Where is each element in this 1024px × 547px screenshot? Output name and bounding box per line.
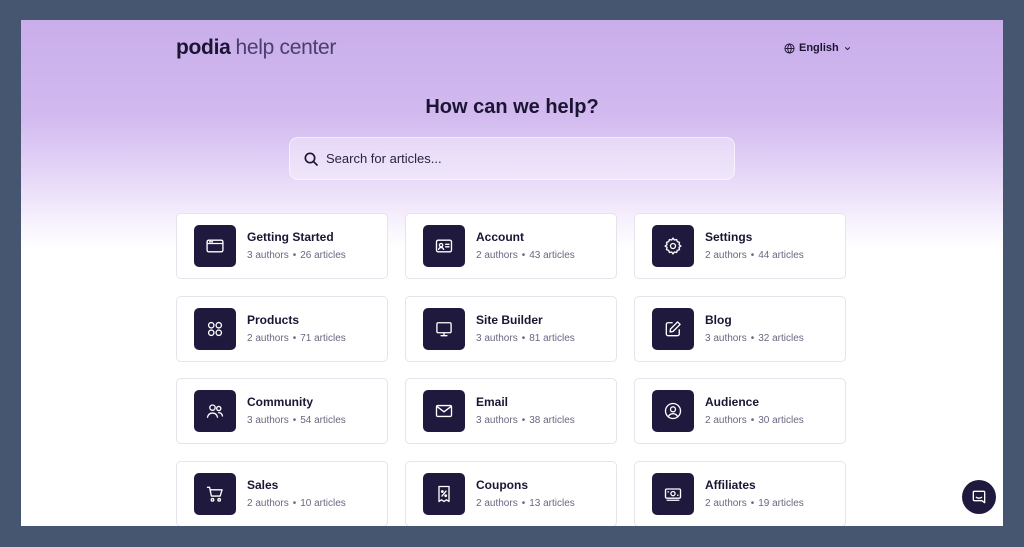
category-authors: 3 authors: [705, 332, 747, 344]
category-title: Sales: [247, 477, 279, 492]
category-card-audience[interactable]: Audience 2 authors • 30 articles: [634, 378, 846, 444]
category-title: Coupons: [476, 477, 528, 492]
category-title: Products: [247, 312, 300, 327]
category-authors: 2 authors: [705, 497, 747, 509]
category-meta: 2 authors • 44 articles: [705, 250, 804, 262]
category-authors: 2 authors: [705, 250, 747, 261]
category-articles: 26 articles: [300, 250, 346, 261]
chat-bubble-icon: [972, 490, 986, 504]
search-input[interactable]: [326, 151, 706, 166]
meta-separator: •: [521, 250, 526, 261]
category-card-account[interactable]: Account 2 authors • 43 articles: [405, 213, 617, 279]
meta-separator: •: [521, 497, 526, 509]
category-card-getting-started[interactable]: Getting Started 3 authors • 26 articles: [176, 213, 388, 279]
meta-separator: •: [292, 415, 297, 426]
category-card-site-builder[interactable]: Site Builder 3 authors • 81 articles: [405, 295, 617, 362]
category-articles: 30 articles: [758, 415, 804, 426]
grid-icon: [194, 307, 236, 350]
category-meta: 3 authors • 54 articles: [247, 415, 346, 427]
help-center-page: podia help center English How can we help…: [21, 20, 1003, 526]
category-meta: 3 authors • 32 articles: [705, 333, 804, 345]
category-articles: 13 articles: [529, 497, 575, 509]
meta-separator: •: [292, 332, 297, 344]
language-label: English: [799, 42, 839, 54]
category-authors: 3 authors: [476, 415, 518, 426]
meta-separator: •: [750, 332, 755, 344]
category-meta: 2 authors • 13 articles: [476, 498, 575, 510]
category-authors: 2 authors: [705, 415, 747, 426]
gear-icon: [652, 225, 694, 267]
category-articles: 81 articles: [529, 332, 575, 344]
envelope-icon: [423, 390, 465, 432]
shopping-cart-icon: [194, 472, 236, 515]
category-authors: 2 authors: [247, 332, 289, 344]
category-title: Affiliates: [705, 477, 756, 492]
brand-primary: podia: [176, 36, 231, 59]
category-authors: 2 authors: [476, 250, 518, 261]
category-card-affiliates[interactable]: Affiliates 2 authors • 19 articles: [634, 460, 846, 526]
brand-secondary: help center: [235, 36, 337, 59]
category-meta: 2 authors • 10 articles: [247, 498, 346, 510]
category-meta: 2 authors • 43 articles: [476, 250, 575, 262]
brand-logo[interactable]: podia help center: [176, 36, 336, 60]
category-title: Getting Started: [247, 230, 334, 244]
category-articles: 71 articles: [300, 332, 346, 344]
category-card-settings[interactable]: Settings 2 authors • 44 articles: [634, 213, 846, 279]
meta-separator: •: [750, 415, 755, 426]
category-authors: 3 authors: [247, 415, 289, 426]
receipt-percent-icon: [423, 472, 465, 515]
category-title: Account: [476, 230, 524, 244]
monitor-icon: [423, 307, 465, 350]
category-title: Email: [476, 395, 509, 409]
id-card-icon: [423, 225, 465, 267]
category-title: Site Builder: [476, 312, 543, 327]
category-title: Blog: [705, 312, 732, 327]
category-meta: 2 authors • 71 articles: [247, 333, 346, 345]
chevron-down-icon: [844, 46, 850, 50]
search-bar[interactable]: [289, 137, 735, 180]
user-circle-icon: [652, 390, 694, 432]
meta-separator: •: [750, 497, 755, 509]
meta-separator: •: [521, 415, 526, 426]
search-icon: [304, 152, 318, 166]
globe-icon: [784, 42, 795, 54]
category-authors: 2 authors: [247, 497, 289, 509]
meta-separator: •: [292, 250, 297, 261]
category-title: Settings: [705, 230, 753, 244]
category-articles: 44 articles: [758, 250, 804, 261]
category-articles: 32 articles: [758, 332, 804, 344]
pencil-square-icon: [652, 307, 694, 350]
category-card-coupons[interactable]: Coupons 2 authors • 13 articles: [405, 460, 617, 526]
meta-separator: •: [750, 250, 755, 261]
category-title: Community: [247, 395, 313, 409]
category-articles: 54 articles: [300, 415, 346, 426]
browser-window-icon: [194, 225, 236, 267]
chat-launcher-button[interactable]: [962, 480, 996, 514]
category-meta: 3 authors • 38 articles: [476, 415, 575, 427]
users-icon: [194, 390, 236, 432]
category-articles: 10 articles: [300, 497, 346, 509]
category-meta: 2 authors • 30 articles: [705, 415, 804, 427]
category-authors: 2 authors: [476, 497, 518, 509]
category-authors: 3 authors: [247, 250, 289, 261]
category-card-sales[interactable]: Sales 2 authors • 10 articles: [176, 460, 388, 526]
category-articles: 43 articles: [529, 250, 575, 261]
category-grid: Getting Started 3 authors • 26 articles Ac…: [176, 213, 846, 526]
category-articles: 38 articles: [529, 415, 575, 426]
category-meta: 3 authors • 81 articles: [476, 333, 575, 345]
meta-separator: •: [292, 497, 297, 509]
category-card-community[interactable]: Community 3 authors • 54 articles: [176, 378, 388, 444]
category-card-email[interactable]: Email 3 authors • 38 articles: [405, 378, 617, 444]
category-articles: 19 articles: [758, 497, 804, 509]
language-selector[interactable]: English: [784, 42, 852, 54]
category-meta: 3 authors • 26 articles: [247, 250, 346, 262]
category-meta: 2 authors • 19 articles: [705, 498, 804, 510]
category-authors: 3 authors: [476, 332, 518, 344]
category-card-products[interactable]: Products 2 authors • 71 articles: [176, 295, 388, 362]
meta-separator: •: [521, 332, 526, 344]
money-icon: [652, 472, 694, 515]
category-title: Audience: [705, 395, 760, 409]
page-title: How can we help?: [425, 96, 599, 118]
category-card-blog[interactable]: Blog 3 authors • 32 articles: [634, 295, 846, 362]
